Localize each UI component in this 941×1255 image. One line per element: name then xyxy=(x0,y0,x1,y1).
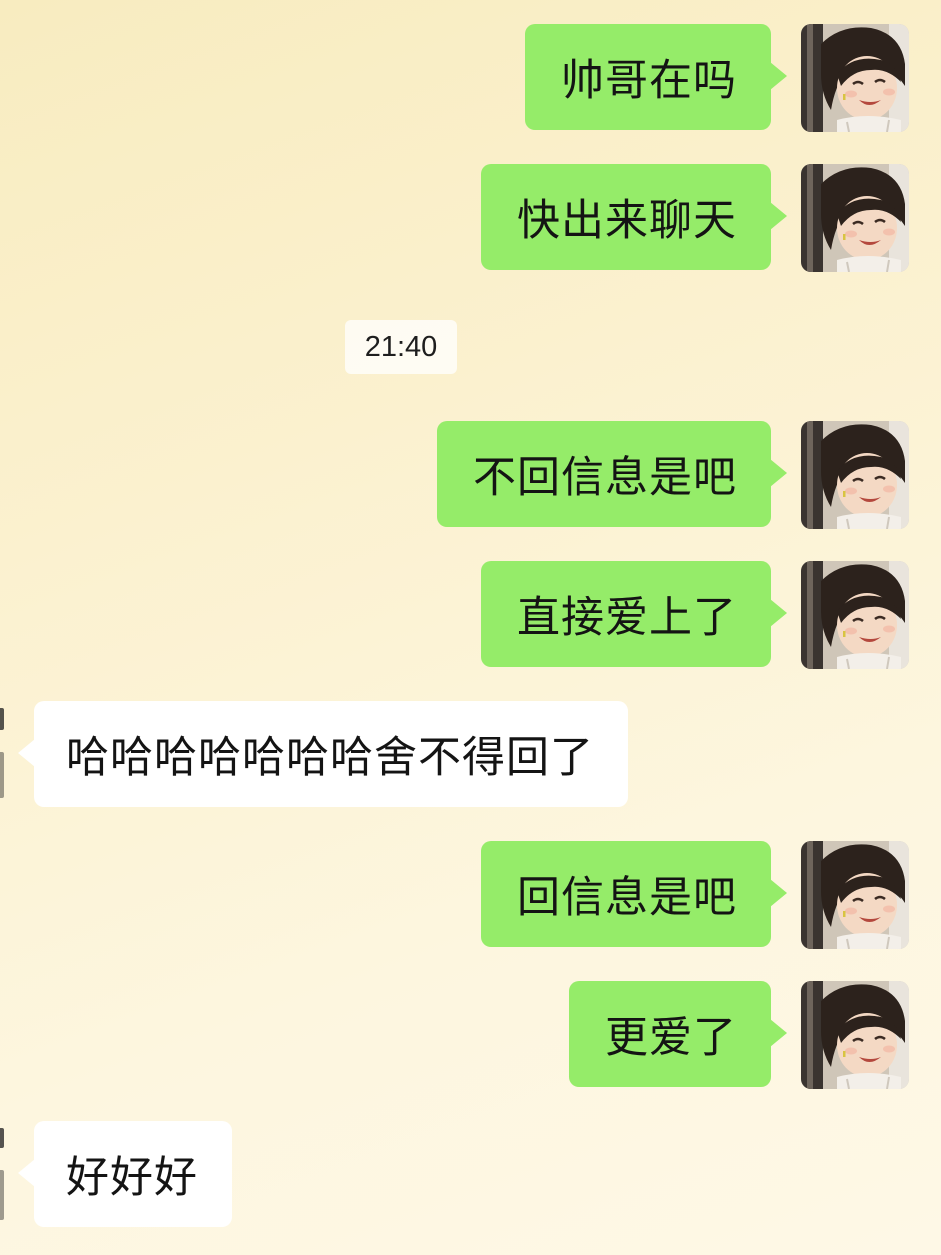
message-text: 哈哈哈哈哈哈哈舍不得回了 xyxy=(66,733,594,783)
message-row-outgoing: 回信息是吧 xyxy=(0,841,941,951)
message-text: 帅哥在吗 xyxy=(561,56,737,106)
message-text: 快出来聊天 xyxy=(517,196,737,246)
message-text: 不回信息是吧 xyxy=(473,453,737,503)
user-avatar[interactable] xyxy=(801,561,909,669)
outgoing-message-bubble[interactable]: 不回信息是吧 xyxy=(437,421,787,527)
message-row-incoming: 好好好 xyxy=(0,1121,941,1231)
message-row-outgoing: 更爱了 xyxy=(0,981,941,1091)
user-avatar[interactable] xyxy=(801,841,909,949)
user-avatar[interactable] xyxy=(801,24,909,132)
outgoing-message-bubble[interactable]: 回信息是吧 xyxy=(481,841,787,947)
chat-message-list[interactable]: 帅哥在吗 快出来聊天 21:40 不回信息是吧 直接爱上了 哈哈哈哈哈哈哈舍不得… xyxy=(0,0,941,1255)
message-row-incoming: 哈哈哈哈哈哈哈舍不得回了 xyxy=(0,701,941,811)
incoming-message-bubble[interactable]: 好好好 xyxy=(18,1121,232,1227)
partner-avatar-edge xyxy=(0,752,4,798)
user-avatar[interactable] xyxy=(801,981,909,1089)
outgoing-message-bubble[interactable]: 快出来聊天 xyxy=(481,164,787,270)
outgoing-message-bubble[interactable]: 更爱了 xyxy=(569,981,787,1087)
partner-avatar-edge xyxy=(0,708,4,730)
message-row-outgoing: 帅哥在吗 xyxy=(0,24,941,134)
incoming-message-bubble[interactable]: 哈哈哈哈哈哈哈舍不得回了 xyxy=(18,701,628,807)
partner-avatar-edge xyxy=(0,1170,4,1220)
user-avatar[interactable] xyxy=(801,421,909,529)
message-row-outgoing: 直接爱上了 xyxy=(0,561,941,671)
partner-avatar-edge xyxy=(0,1128,4,1148)
message-text: 直接爱上了 xyxy=(517,593,737,643)
message-row-outgoing: 不回信息是吧 xyxy=(0,421,941,531)
message-text: 回信息是吧 xyxy=(517,873,737,923)
outgoing-message-bubble[interactable]: 帅哥在吗 xyxy=(525,24,787,130)
user-avatar[interactable] xyxy=(801,164,909,272)
message-text: 更爱了 xyxy=(605,1013,737,1063)
message-timestamp: 21:40 xyxy=(345,320,457,374)
outgoing-message-bubble[interactable]: 直接爱上了 xyxy=(481,561,787,667)
message-row-outgoing: 快出来聊天 xyxy=(0,164,941,274)
message-text: 好好好 xyxy=(66,1153,198,1203)
